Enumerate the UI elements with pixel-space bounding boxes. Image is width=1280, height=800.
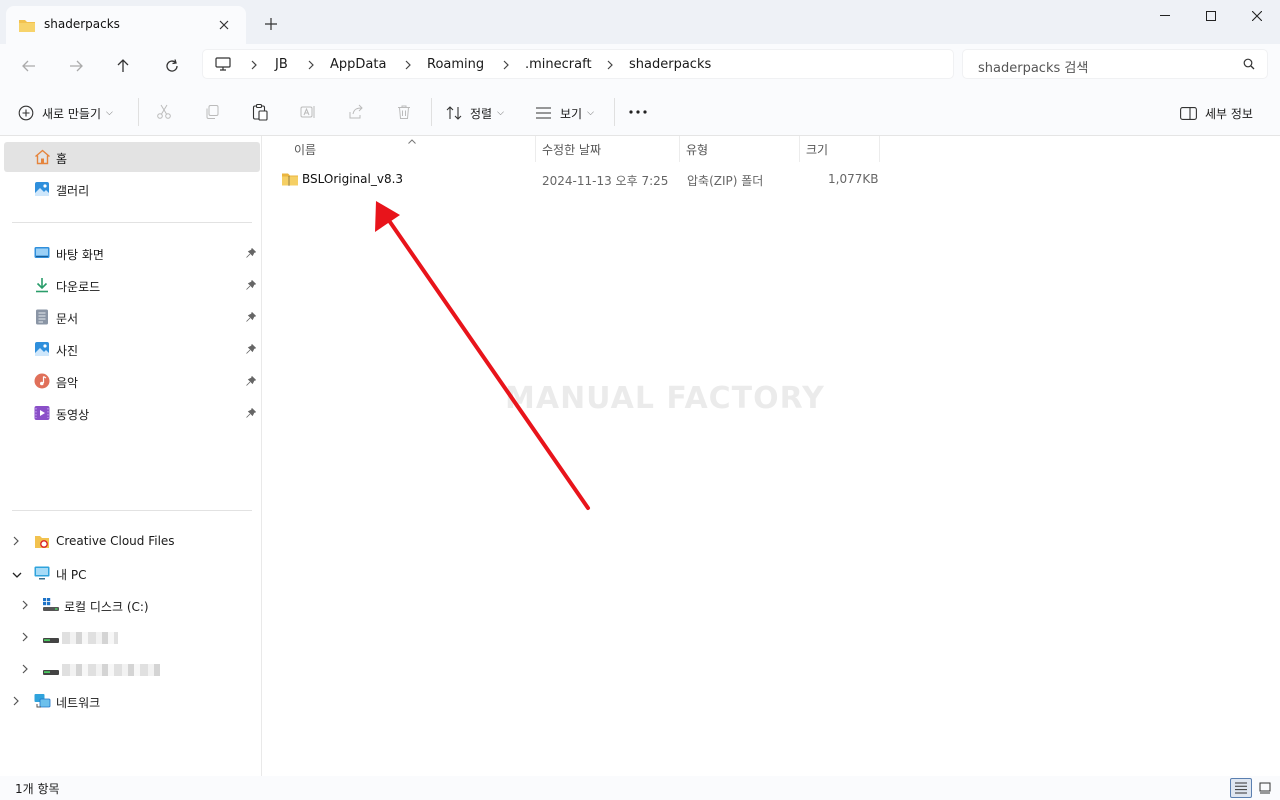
- annotation-arrow: [375, 201, 590, 510]
- tiles-view-button[interactable]: [1254, 778, 1276, 798]
- status-bar: 1개 항목: [0, 776, 1280, 800]
- details-view-button[interactable]: [1230, 778, 1252, 798]
- item-count: 1개 항목: [15, 782, 60, 796]
- details-view-icon: [1235, 782, 1247, 794]
- tiles-view-icon: [1259, 782, 1271, 794]
